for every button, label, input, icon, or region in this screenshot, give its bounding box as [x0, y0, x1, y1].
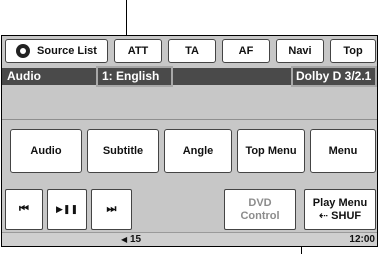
play-menu-label-line2: ⇠ SHUF: [318, 209, 362, 222]
audio-button[interactable]: Audio: [10, 129, 82, 173]
callout-line-audio-track: [126, 0, 127, 36]
att-button[interactable]: ATT: [114, 39, 162, 63]
play-pause-button[interactable]: ▶❚❚: [47, 189, 87, 230]
angle-button-label: Angle: [182, 145, 214, 157]
audio-format-value: Dolby D 3/2.1: [296, 69, 372, 83]
play-menu-button[interactable]: Play Menu ⇠ SHUF: [304, 189, 376, 230]
top-menu-button-label: Top Menu: [245, 145, 297, 157]
volume-level: 15: [130, 234, 142, 245]
status-bar: ◀ 15 12:00: [2, 232, 377, 246]
top-button-bar: Source List ATT TA AF Navi Top: [5, 39, 376, 63]
top-label: Top: [343, 45, 363, 57]
divider: [2, 119, 377, 120]
ta-label: TA: [185, 45, 199, 57]
clock: 12:00: [349, 234, 375, 245]
disc-menu-buttons: Audio Subtitle Angle Top Menu Menu: [2, 129, 377, 173]
volume-icon: ◀: [121, 235, 128, 244]
source-list-label: Source List: [37, 45, 97, 57]
top-button[interactable]: Top: [330, 39, 376, 63]
play-pause-icon: ▶❚❚: [55, 204, 78, 214]
subtitle-button-label: Subtitle: [102, 145, 144, 157]
navi-label: Navi: [288, 45, 312, 57]
play-menu-label-line1: Play Menu: [312, 196, 368, 209]
mode-label: Audio: [7, 69, 41, 83]
audio-button-label: Audio: [30, 145, 62, 157]
next-button[interactable]: ⏭: [91, 189, 132, 230]
top-menu-button[interactable]: Top Menu: [237, 129, 305, 173]
source-icon: [16, 44, 31, 58]
info-bar: Audio 1: English Dolby D 3/2.1: [2, 66, 377, 87]
subtitle-button[interactable]: Subtitle: [87, 129, 159, 173]
menu-button-label: Menu: [328, 145, 358, 157]
audio-track-value: 1: English: [102, 69, 160, 83]
playback-controls: ⏮ ▶❚❚ ⏭ DVD Control Play Menu ⇠ SHUF: [2, 189, 377, 230]
previous-button[interactable]: ⏮: [5, 189, 43, 230]
source-list-button[interactable]: Source List: [5, 39, 108, 63]
dvd-control-label-line2: Control: [240, 209, 280, 222]
dvd-control-button[interactable]: DVD Control: [224, 189, 296, 230]
menu-button[interactable]: Menu: [310, 129, 376, 173]
att-label: ATT: [127, 45, 149, 57]
next-icon: ⏭: [106, 203, 117, 215]
navi-button[interactable]: Navi: [276, 39, 324, 63]
ta-button[interactable]: TA: [168, 39, 216, 63]
dvd-playback-screen: Source List ATT TA AF Navi Top Audio 1: …: [1, 35, 378, 247]
previous-icon: ⏮: [19, 203, 29, 215]
af-button[interactable]: AF: [222, 39, 270, 63]
dvd-control-label-line1: DVD: [248, 196, 272, 209]
angle-button[interactable]: Angle: [164, 129, 232, 173]
af-label: AF: [238, 45, 254, 57]
